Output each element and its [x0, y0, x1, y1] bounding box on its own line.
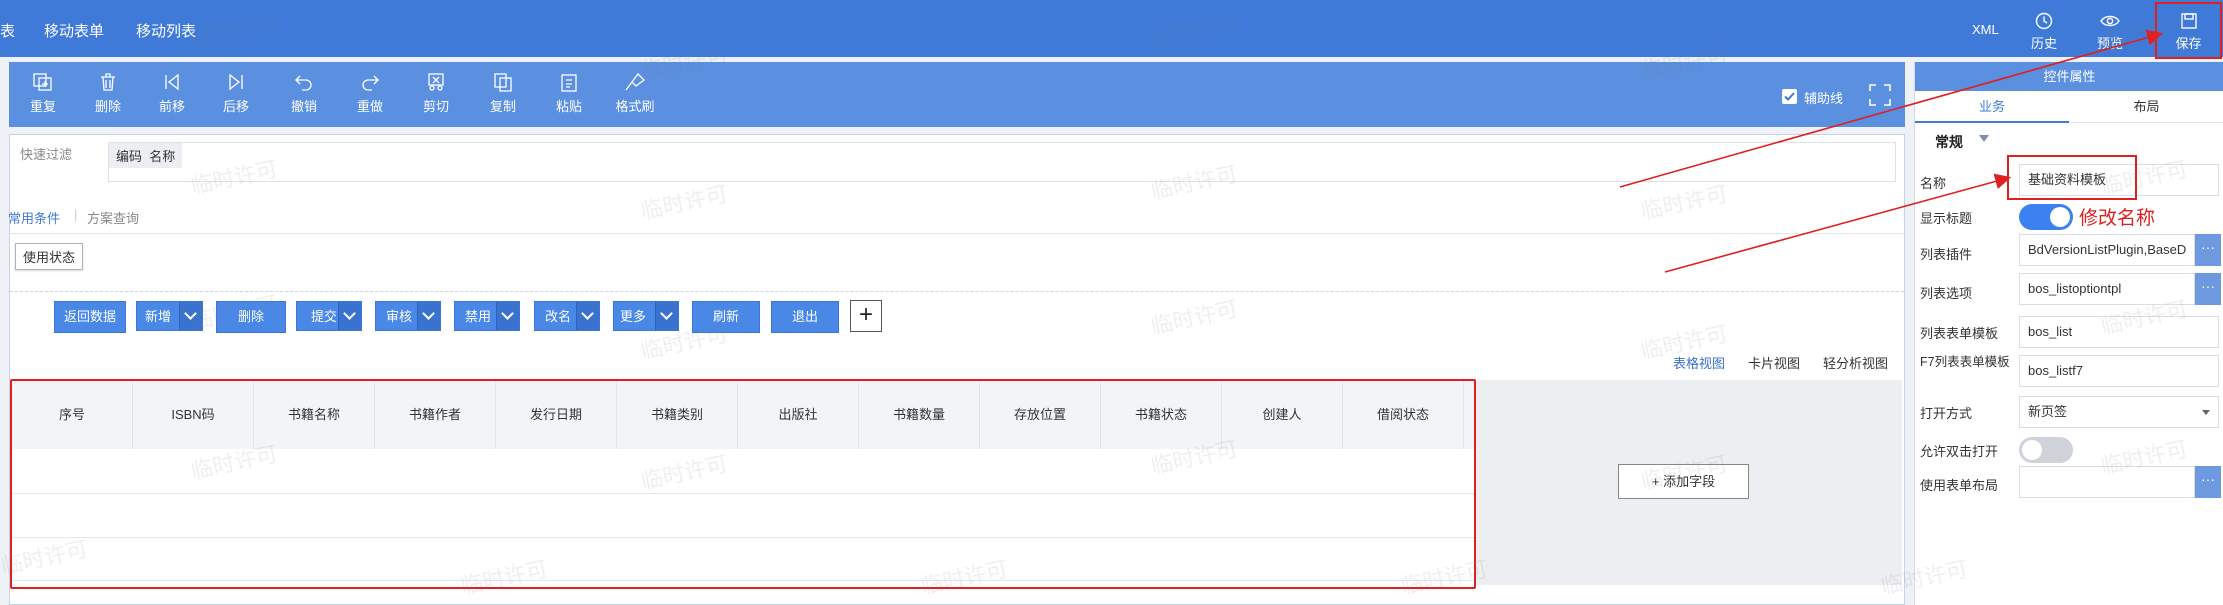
annotation-arrows	[1619, 29, 2164, 273]
arrow-to-save	[1619, 29, 2164, 188]
arrow-to-name	[1664, 173, 2012, 273]
